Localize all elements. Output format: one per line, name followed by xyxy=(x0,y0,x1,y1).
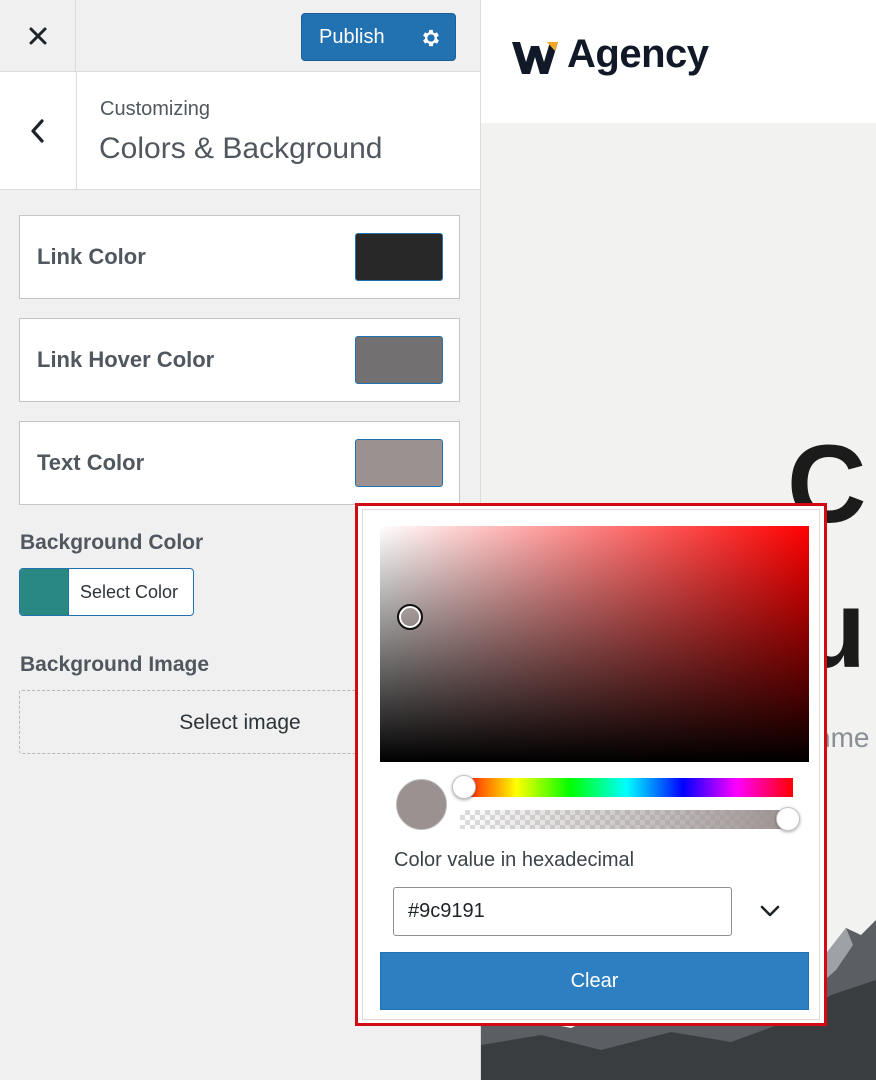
preview-header: Agency xyxy=(481,0,876,123)
publish-button[interactable]: Publish xyxy=(301,13,456,61)
text-color-control: Text Color xyxy=(19,421,460,505)
hex-value-input[interactable] xyxy=(393,887,732,936)
alpha-slider-handle[interactable] xyxy=(776,807,800,831)
back-button[interactable] xyxy=(0,72,77,190)
chevron-down-icon xyxy=(760,905,780,917)
current-color-preview xyxy=(396,779,447,830)
close-icon xyxy=(29,27,46,45)
select-color-label: Select Color xyxy=(80,582,179,602)
saturation-value-area[interactable] xyxy=(380,526,809,762)
link-color-label: Link Color xyxy=(37,244,146,269)
saturation-value-handle[interactable] xyxy=(397,604,423,630)
link-hover-color-swatch[interactable] xyxy=(355,336,443,384)
section-title: Colors & Background xyxy=(99,132,383,165)
clear-button[interactable]: Clear xyxy=(380,952,809,1010)
gear-icon[interactable] xyxy=(420,27,442,49)
hue-slider-handle[interactable] xyxy=(452,775,476,799)
link-hover-color-control: Link Hover Color xyxy=(19,318,460,402)
publish-button-label: Publish xyxy=(319,26,385,48)
background-image-label: Background Image xyxy=(20,653,210,676)
breadcrumb: Customizing xyxy=(100,98,211,120)
hue-slider[interactable] xyxy=(460,778,793,797)
text-color-swatch[interactable] xyxy=(355,439,443,487)
section-header: Customizing Colors & Background xyxy=(0,72,480,190)
link-color-swatch[interactable] xyxy=(355,233,443,281)
logo-text: Agency xyxy=(567,32,709,76)
customizer-topbar: Publish xyxy=(0,0,480,72)
link-color-control: Link Color xyxy=(19,215,460,299)
close-button[interactable] xyxy=(0,0,76,72)
logo-icon xyxy=(512,42,558,74)
color-format-dropdown[interactable] xyxy=(755,896,785,926)
background-color-label: Background Color xyxy=(20,531,204,554)
text-color-label: Text Color xyxy=(37,450,145,475)
background-color-swatch xyxy=(20,569,69,615)
link-hover-color-label: Link Hover Color xyxy=(37,347,215,372)
hex-value-label: Color value in hexadecimal xyxy=(394,849,635,871)
background-select-color-button[interactable]: Select Color xyxy=(19,568,194,616)
alpha-slider[interactable] xyxy=(460,810,793,829)
chevron-left-icon xyxy=(31,119,44,143)
